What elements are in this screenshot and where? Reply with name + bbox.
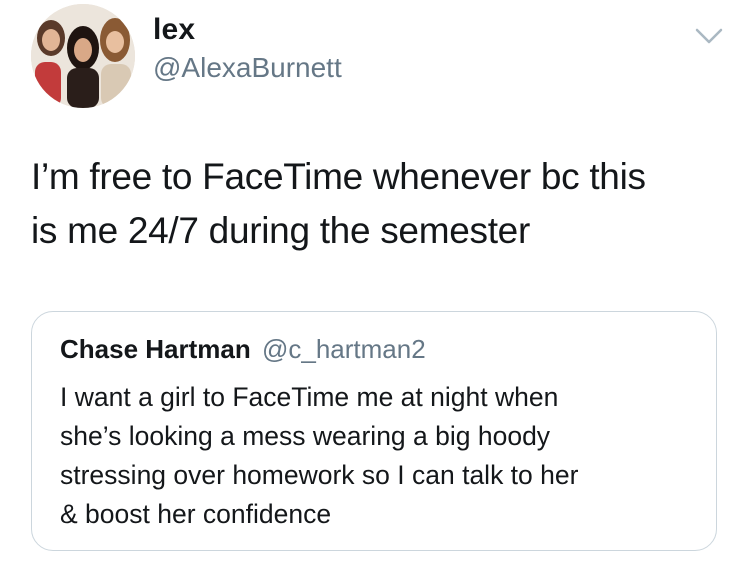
quoted-text-line: she’s looking a mess wearing a big hoody: [60, 421, 551, 451]
author-handle[interactable]: @AlexaBurnett: [153, 52, 342, 84]
tweet-text-line: is me 24/7 during the semester: [31, 210, 530, 251]
tweet-text-line: I’m free to FaceTime whenever bc this: [31, 156, 646, 197]
quoted-author-name: Chase Hartman: [60, 334, 251, 364]
tweet-menu-button[interactable]: [694, 26, 724, 46]
tweet-text: I’m free to FaceTime whenever bc this is…: [31, 150, 721, 258]
avatar[interactable]: [31, 4, 135, 108]
author-display-name[interactable]: lex: [153, 13, 195, 47]
quoted-text-line: & boost her confidence: [60, 499, 332, 529]
quoted-text-line: I want a girl to FaceTime me at night wh…: [60, 382, 559, 412]
quoted-tweet-header: Chase Hartman @c_hartman2: [60, 334, 426, 365]
tweet-card: lex @AlexaBurnett I’m free to FaceTime w…: [0, 0, 742, 562]
quoted-tweet-text: I want a girl to FaceTime me at night wh…: [60, 378, 700, 534]
chevron-down-icon: [695, 28, 723, 44]
quoted-text-line: stressing over homework so I can talk to…: [60, 460, 579, 490]
quoted-author-handle: @c_hartman2: [261, 334, 426, 364]
quoted-tweet[interactable]: Chase Hartman @c_hartman2 I want a girl …: [31, 311, 717, 551]
avatar-photo-icon: [31, 4, 135, 108]
